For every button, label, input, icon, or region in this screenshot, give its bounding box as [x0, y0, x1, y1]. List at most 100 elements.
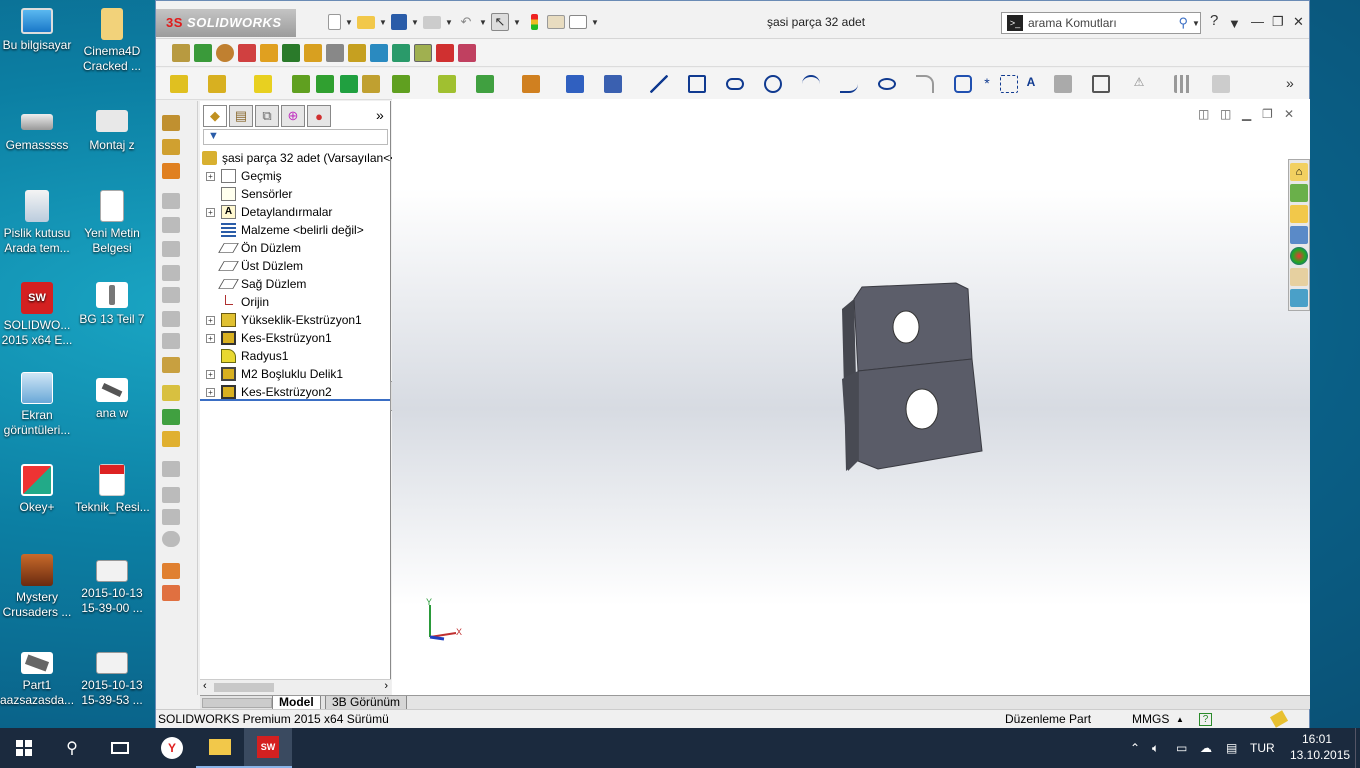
part-model[interactable]: [832, 279, 1002, 479]
desktop-icon-montaj[interactable]: Montaj z: [75, 106, 149, 153]
property-manager-tab-icon[interactable]: ▤: [229, 105, 253, 127]
units-selector[interactable]: MMGS: [1132, 710, 1169, 729]
tree-item-front-plane[interactable]: Ön Düzlem: [200, 239, 391, 257]
slot-icon[interactable]: [726, 78, 744, 90]
chart-icon[interactable]: [282, 44, 300, 62]
viewport-close-icon[interactable]: ✕: [1284, 107, 1294, 121]
polygon-icon[interactable]: [954, 75, 972, 93]
desktop-icon-recycle-bin[interactable]: Pislik kutusu Arada tem...: [0, 190, 74, 256]
view-palette-icon[interactable]: [1290, 226, 1308, 244]
desktop-icon-cinema4d[interactable]: Cinema4D Cracked ...: [75, 8, 149, 74]
minimize-button[interactable]: —: [1251, 14, 1264, 29]
close-button[interactable]: ✕: [1293, 14, 1304, 30]
search-icon[interactable]: ⚲: [1178, 15, 1188, 31]
sphere-icon[interactable]: [216, 44, 234, 62]
desktop-icon-bg13[interactable]: BG 13 Teil 7: [75, 282, 149, 327]
file-explorer-icon[interactable]: [1290, 205, 1308, 223]
chevron-down-icon[interactable]: ▼: [379, 18, 387, 27]
cloud-icon[interactable]: ☁: [1200, 728, 1212, 768]
chevron-down-icon[interactable]: ▼: [445, 18, 453, 27]
tag-icon[interactable]: [1269, 710, 1289, 728]
new-document-icon[interactable]: [328, 14, 341, 30]
configuration-manager-tab-icon[interactable]: ⧉: [255, 105, 279, 127]
filter-input[interactable]: ▼: [203, 129, 388, 145]
tool-icon[interactable]: [326, 44, 344, 62]
grid-icon[interactable]: [1174, 75, 1192, 93]
replace-face-icon[interactable]: [162, 509, 180, 525]
search-button[interactable]: ⚲: [48, 728, 96, 768]
loft-icon[interactable]: [162, 193, 180, 209]
network-icon[interactable]: ▭: [1176, 728, 1187, 768]
chamfer-icon[interactable]: [162, 287, 180, 303]
fillet-sketch-icon[interactable]: [916, 75, 934, 93]
print-icon[interactable]: [423, 15, 441, 29]
dimxpert-tab-icon[interactable]: ⊕: [281, 105, 305, 127]
desktop-icon-mystery[interactable]: Mystery Crusaders ...: [0, 554, 74, 620]
scroll-thumb[interactable]: [214, 683, 274, 692]
chevron-down-icon[interactable]: ▼: [345, 18, 353, 27]
restore-button[interactable]: ❐: [1272, 14, 1284, 30]
tree-item-hole1[interactable]: + M2 Boşluklu Delik1: [200, 365, 391, 383]
show-desktop-button[interactable]: [1355, 728, 1360, 768]
clock-date[interactable]: 13.10.2015: [1290, 748, 1350, 762]
tab-nav-arrows[interactable]: [202, 698, 272, 708]
chevron-down-icon[interactable]: ▼: [411, 18, 419, 27]
sketch-icon[interactable]: [566, 75, 584, 93]
curvature-icon[interactable]: [238, 44, 256, 62]
tab-model[interactable]: Model: [272, 696, 321, 710]
reference-geometry-icon[interactable]: [438, 75, 456, 93]
view-selector-icon[interactable]: ◫: [1198, 107, 1209, 121]
stack-icon[interactable]: [348, 44, 366, 62]
shell-icon[interactable]: [316, 75, 334, 93]
viewport-restore-icon[interactable]: ❐: [1262, 107, 1273, 121]
display-manager-tab-icon[interactable]: ●: [307, 105, 331, 127]
cut-loft-icon[interactable]: [162, 265, 180, 281]
delete-face-icon[interactable]: [162, 487, 180, 503]
tree-item-right-plane[interactable]: Sağ Düzlem: [200, 275, 391, 293]
circle-icon[interactable]: [764, 75, 782, 93]
zebra-icon[interactable]: [414, 44, 432, 62]
start-button[interactable]: [0, 728, 48, 768]
clock-time[interactable]: 16:01: [1302, 732, 1332, 746]
task-view-button[interactable]: [96, 728, 144, 768]
spline-icon[interactable]: [840, 75, 858, 93]
measure-icon[interactable]: [194, 44, 212, 62]
yandex-browser-button[interactable]: Y: [148, 728, 196, 768]
forum-icon[interactable]: [1290, 289, 1308, 307]
undo-icon[interactable]: ↶: [457, 13, 475, 31]
expand-icon[interactable]: +: [206, 208, 215, 217]
desktop-icon-pdf[interactable]: Teknik_Resi...: [75, 464, 150, 515]
sweep-icon[interactable]: [162, 163, 180, 179]
select-arrow-icon[interactable]: ↖: [491, 13, 509, 31]
part-icon[interactable]: [172, 44, 190, 62]
help-button[interactable]: ?: [1210, 12, 1218, 29]
scroll-right-icon[interactable]: ›: [384, 680, 388, 692]
expand-panel-icon[interactable]: »: [376, 107, 384, 123]
feature-icon[interactable]: [260, 44, 278, 62]
smart-dimension-icon[interactable]: [604, 75, 622, 93]
draft-icon[interactable]: [340, 75, 358, 93]
convert-icon[interactable]: [1092, 75, 1110, 93]
instant3d-icon[interactable]: [522, 75, 540, 93]
scroll-left-icon[interactable]: ‹: [203, 680, 207, 692]
tree-item-history[interactable]: + Geçmiş: [200, 167, 391, 185]
thread-icon[interactable]: [162, 311, 180, 327]
tree-item-top-plane[interactable]: Üst Düzlem: [200, 257, 391, 275]
tree-item-sensors[interactable]: Sensörler: [200, 185, 391, 203]
wrap-icon[interactable]: [362, 75, 380, 93]
chevron-down-icon[interactable]: ▼: [591, 18, 599, 27]
dome-icon[interactable]: [162, 333, 180, 349]
section-icon[interactable]: [392, 44, 410, 62]
tree-root-part[interactable]: şasi parça 32 adet (Varsayılan<<: [200, 149, 397, 167]
chevron-down-icon[interactable]: ▼: [1192, 19, 1200, 28]
expand-icon[interactable]: +: [206, 388, 215, 397]
tree-item-fillet1[interactable]: Radyus1: [200, 347, 391, 365]
relations-icon[interactable]: [1212, 75, 1230, 93]
expand-icon[interactable]: +: [206, 172, 215, 181]
expand-icon[interactable]: +: [206, 370, 215, 379]
curves-icon[interactable]: [476, 75, 494, 93]
tray-chevron-icon[interactable]: ⌃: [1130, 728, 1140, 768]
expand-icon[interactable]: +: [206, 316, 215, 325]
rib-icon[interactable]: [292, 75, 310, 93]
rectangle-icon[interactable]: [688, 75, 706, 93]
